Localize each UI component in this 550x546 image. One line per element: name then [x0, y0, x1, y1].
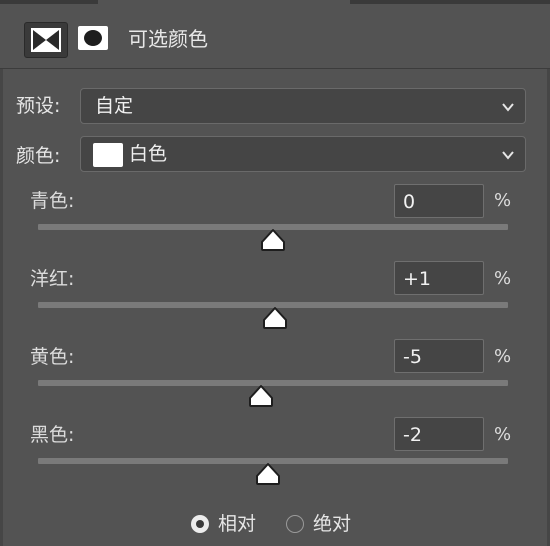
preset-label: 预设: [16, 95, 61, 117]
black-value: -2 [403, 424, 422, 446]
absolute-radio[interactable] [286, 515, 304, 533]
black-input[interactable]: -2 [394, 417, 484, 451]
yellow-percent: % [494, 346, 512, 367]
colors-value: 白色 [129, 143, 168, 165]
magenta-slider-thumb[interactable] [261, 306, 289, 330]
preset-value: 自定 [95, 95, 134, 117]
black-percent: % [494, 424, 512, 445]
yellow-label: 黄色: [30, 346, 75, 368]
relative-radio[interactable] [191, 515, 209, 533]
properties-header: 可选颜色 [0, 4, 550, 68]
panel-edge-left [0, 69, 3, 546]
yellow-value: -5 [403, 346, 422, 368]
black-label: 黑色: [30, 424, 75, 446]
magenta-label: 洋红: [30, 268, 75, 290]
chevron-down-icon [502, 151, 514, 160]
magenta-percent: % [494, 268, 512, 289]
header-divider [0, 68, 550, 69]
absolute-label[interactable]: 绝对 [313, 511, 351, 537]
cyan-slider-thumb[interactable] [259, 228, 287, 252]
yellow-input[interactable]: -5 [394, 339, 484, 373]
panel-title: 可选颜色 [128, 27, 208, 51]
method-radio-group: 相对 绝对 [0, 511, 550, 541]
layer-mask-icon[interactable] [78, 26, 108, 50]
cyan-input[interactable]: 0 [394, 184, 484, 218]
colors-dropdown[interactable]: 白色 [80, 136, 526, 172]
relative-label[interactable]: 相对 [218, 511, 256, 537]
colors-label: 颜色: [16, 145, 61, 167]
preset-dropdown[interactable]: 自定 [80, 88, 526, 124]
yellow-slider-thumb[interactable] [247, 384, 275, 408]
selective-color-icon[interactable] [24, 22, 68, 58]
color-swatch [93, 143, 123, 167]
magenta-input[interactable]: +1 [394, 261, 484, 295]
cyan-percent: % [494, 190, 512, 211]
black-slider-thumb[interactable] [254, 462, 282, 486]
chevron-down-icon [502, 103, 514, 112]
magenta-value: +1 [403, 268, 432, 290]
cyan-label: 青色: [30, 190, 75, 212]
cyan-value: 0 [403, 191, 416, 213]
